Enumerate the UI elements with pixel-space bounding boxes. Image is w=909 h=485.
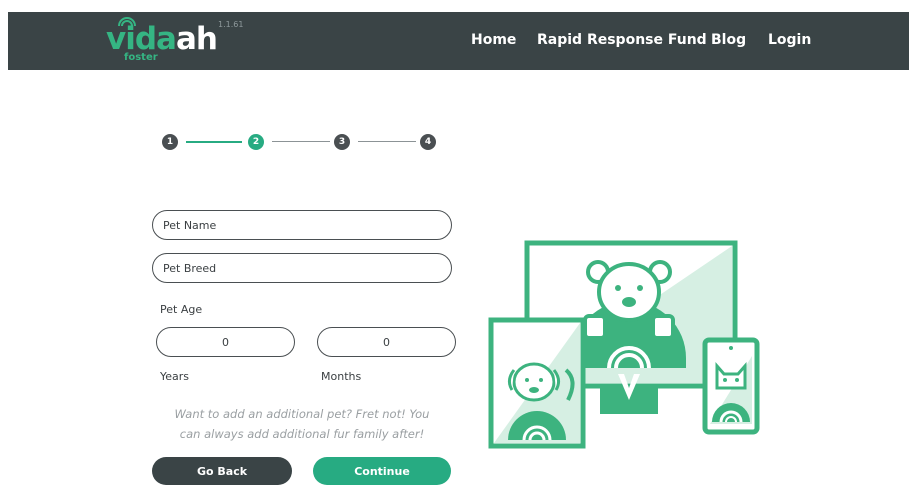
pet-age-label: Pet Age xyxy=(160,303,203,316)
pet-age-months-input[interactable] xyxy=(317,327,456,357)
devices-pets-illustration xyxy=(488,240,760,449)
nav-login[interactable]: Login xyxy=(768,32,811,48)
logo-ah-text: ah xyxy=(175,21,218,57)
nav-rapid-response-fund[interactable]: Rapid Response Fund xyxy=(537,32,707,48)
pet-name-input[interactable] xyxy=(152,210,452,240)
pet-age-years-input[interactable] xyxy=(156,327,295,357)
top-navbar: vidaah foster 1.1.61 Home Rapid Response… xyxy=(8,12,909,70)
app-version: 1.1.61 xyxy=(218,20,244,29)
step-1: 1 xyxy=(162,134,178,150)
nav-home[interactable]: Home xyxy=(471,32,516,48)
step-connector-2 xyxy=(272,141,330,142)
logo-foster-text: foster xyxy=(124,52,158,63)
tablet-dog-icon xyxy=(488,317,586,449)
step-4: 4 xyxy=(420,134,436,150)
step-3: 3 xyxy=(334,134,350,150)
additional-pet-helper-text: Want to add an additional pet? Fret not!… xyxy=(152,404,452,444)
continue-button[interactable]: Continue xyxy=(313,457,451,485)
pet-breed-input[interactable] xyxy=(152,253,452,283)
phone-cat-icon xyxy=(702,337,760,435)
years-label: Years xyxy=(160,370,190,383)
helper-line-2: can always add additional fur family aft… xyxy=(179,427,425,441)
step-2: 2 xyxy=(248,134,264,150)
vidaah-foster-logo[interactable]: vidaah foster xyxy=(106,16,236,68)
step-connector-3 xyxy=(358,141,416,142)
logo-wordmark: vidaah xyxy=(106,20,218,58)
months-label: Months xyxy=(321,370,362,383)
helper-line-1: Want to add an additional pet? Fret not!… xyxy=(174,407,430,421)
step-connector-1 xyxy=(186,141,242,143)
go-back-button[interactable]: Go Back xyxy=(152,457,292,485)
nav-blog[interactable]: Blog xyxy=(711,32,746,48)
progress-stepper: 1 2 3 4 xyxy=(162,134,442,150)
